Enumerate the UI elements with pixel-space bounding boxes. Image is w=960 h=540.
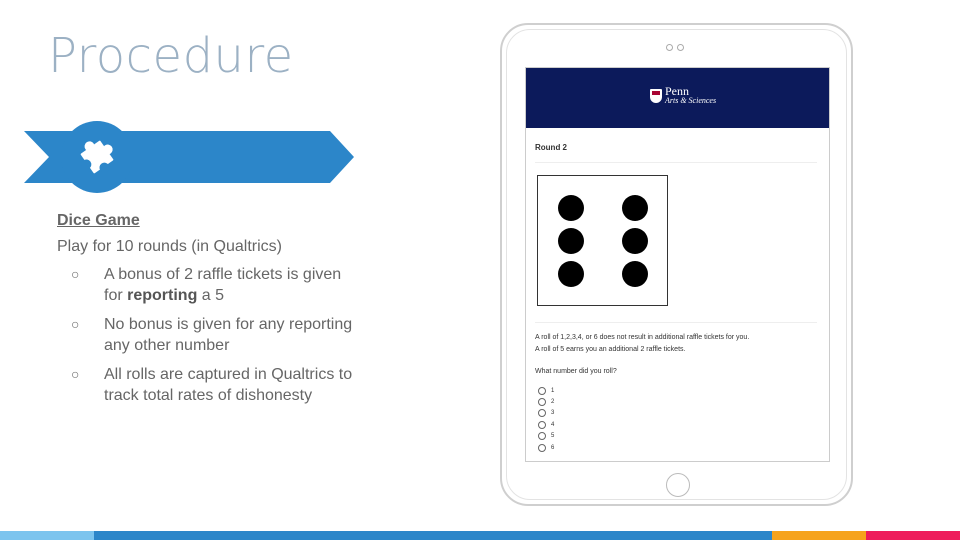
bullet-icon: ○ xyxy=(71,266,80,282)
die-pip xyxy=(558,195,584,221)
section-banner xyxy=(24,121,354,193)
radio-option-4[interactable]: 4 xyxy=(538,419,554,430)
die-pip xyxy=(622,228,648,254)
radio-icon[interactable] xyxy=(538,398,546,407)
section-subheading: Dice Game xyxy=(57,212,140,229)
info-text: A roll of 1,2,3,4, or 6 does not result … xyxy=(535,334,750,341)
bullet-icon: ○ xyxy=(71,316,80,332)
radio-icon[interactable] xyxy=(538,432,546,441)
slide-title: Procedure xyxy=(48,28,294,84)
radio-icon[interactable] xyxy=(538,420,546,429)
radio-option-5[interactable]: 5 xyxy=(538,431,554,442)
list-item: ○ All rolls are captured in Qualtrics to… xyxy=(71,366,353,404)
radio-icon[interactable] xyxy=(538,409,546,418)
survey-header: Penn Arts & Sciences xyxy=(526,68,829,128)
radio-option-3[interactable]: 3 xyxy=(538,408,554,419)
radio-option-1[interactable]: 1 xyxy=(538,385,554,396)
die-pip xyxy=(622,261,648,287)
divider xyxy=(535,162,817,163)
home-button[interactable] xyxy=(666,473,690,497)
bullet-icon: ○ xyxy=(71,366,80,382)
die-pip xyxy=(558,261,584,287)
divider xyxy=(535,322,817,323)
camera-icon xyxy=(666,44,684,51)
die-pip xyxy=(558,228,584,254)
radio-icon[interactable] xyxy=(538,443,546,452)
list-item: ○ A bonus of 2 raffle tickets is given f… xyxy=(71,266,342,304)
die-face-six-icon xyxy=(537,175,668,306)
survey-screen: Penn Arts & Sciences Round 2 A roll of 1… xyxy=(525,67,830,462)
penn-logo: Penn Arts & Sciences xyxy=(650,85,716,106)
radio-option-2[interactable]: 2 xyxy=(538,396,554,407)
content-block: Dice Game Play for 10 rounds (in Qualtri… xyxy=(57,212,357,414)
shield-icon xyxy=(650,89,662,103)
info-text: A roll of 5 earns you an additional 2 ra… xyxy=(535,346,686,353)
bullet-list: ○ A bonus of 2 raffle tickets is given f… xyxy=(57,264,357,406)
question-text: What number did you roll? xyxy=(535,368,617,375)
list-item: ○ No bonus is given for any reporting an… xyxy=(71,316,353,354)
radio-option-6[interactable]: 6 xyxy=(538,442,554,453)
lead-text: Play for 10 rounds (in Qualtrics) xyxy=(57,238,282,255)
footer-color-bar xyxy=(0,531,960,540)
die-pip xyxy=(622,195,648,221)
roll-options: 1 2 3 4 5 6 xyxy=(538,385,554,453)
round-label: Round 2 xyxy=(535,143,567,152)
radio-icon[interactable] xyxy=(538,386,546,395)
